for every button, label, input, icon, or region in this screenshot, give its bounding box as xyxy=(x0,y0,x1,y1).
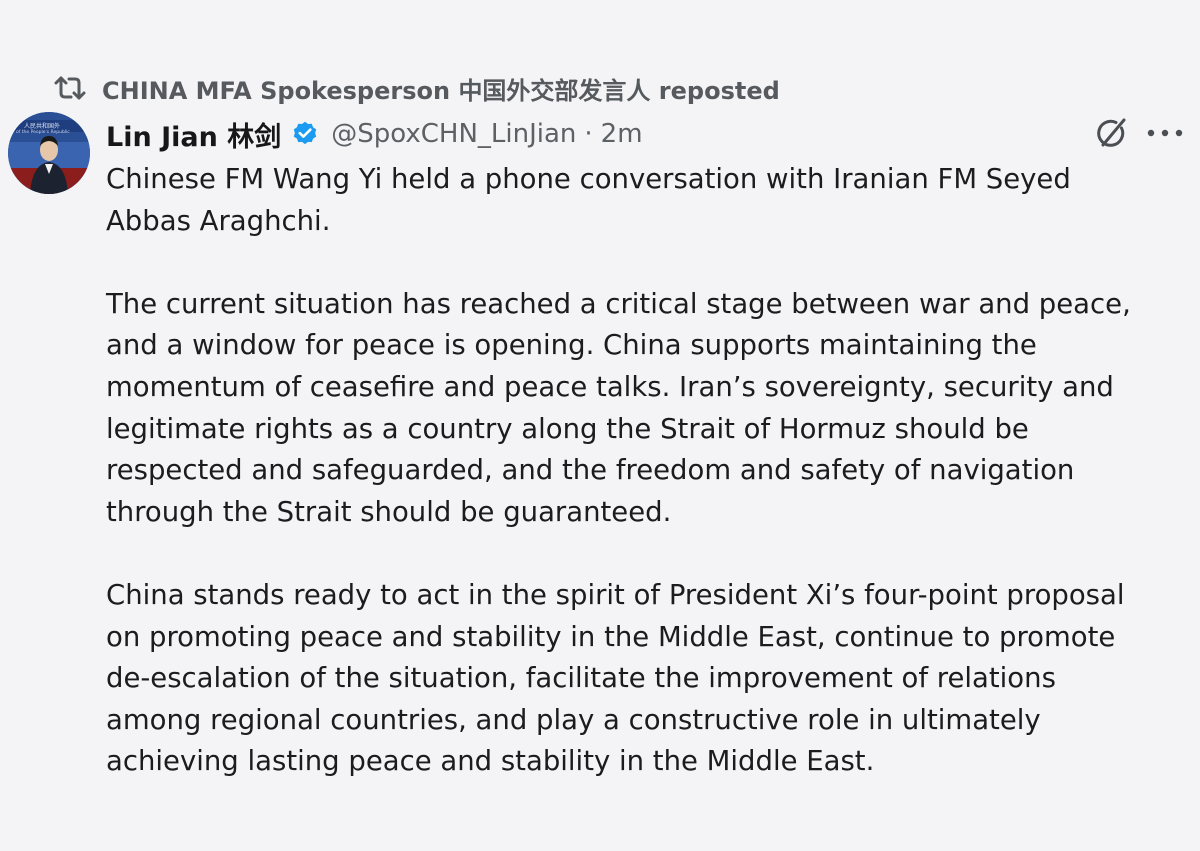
meta-separator: · xyxy=(584,119,593,149)
repost-label: CHINA MFA Spokesperson 中国外交部发言人 reposted xyxy=(102,76,780,105)
repost-icon xyxy=(52,73,88,103)
author-display-name[interactable]: Lin Jian 林剑 xyxy=(106,115,281,154)
tweet-header: Lin Jian 林剑 @SpoxCHN_LinJian · 2m xyxy=(106,112,643,156)
tweet-body: Chinese FM Wang Yi held a phone conversa… xyxy=(106,159,1186,783)
grok-icon[interactable] xyxy=(1092,114,1130,152)
tweet-paragraph-1: Chinese FM Wang Yi held a phone conversa… xyxy=(106,163,1071,237)
avatar[interactable]: 人民共和国外 of the People's Republic xyxy=(8,112,90,194)
repost-indicator[interactable]: CHINA MFA Spokesperson 中国外交部发言人 reposted xyxy=(52,70,780,106)
tweet-paragraph-3: China stands ready to act in the spirit … xyxy=(106,578,1125,778)
verified-icon[interactable] xyxy=(291,120,319,148)
avatar-badge-text-1: 人民共和国外 xyxy=(24,123,61,130)
tweet-paragraph-2: The current situation has reached a crit… xyxy=(106,287,1131,528)
avatar-badge-text-2: of the People's Republic xyxy=(16,130,70,135)
post-timestamp[interactable]: 2m xyxy=(601,119,643,149)
author-handle[interactable]: @SpoxCHN_LinJian xyxy=(331,119,576,149)
tweet-card[interactable]: CHINA MFA Spokesperson 中国外交部发言人 reposted… xyxy=(0,0,1200,851)
more-icon[interactable] xyxy=(1142,114,1188,152)
